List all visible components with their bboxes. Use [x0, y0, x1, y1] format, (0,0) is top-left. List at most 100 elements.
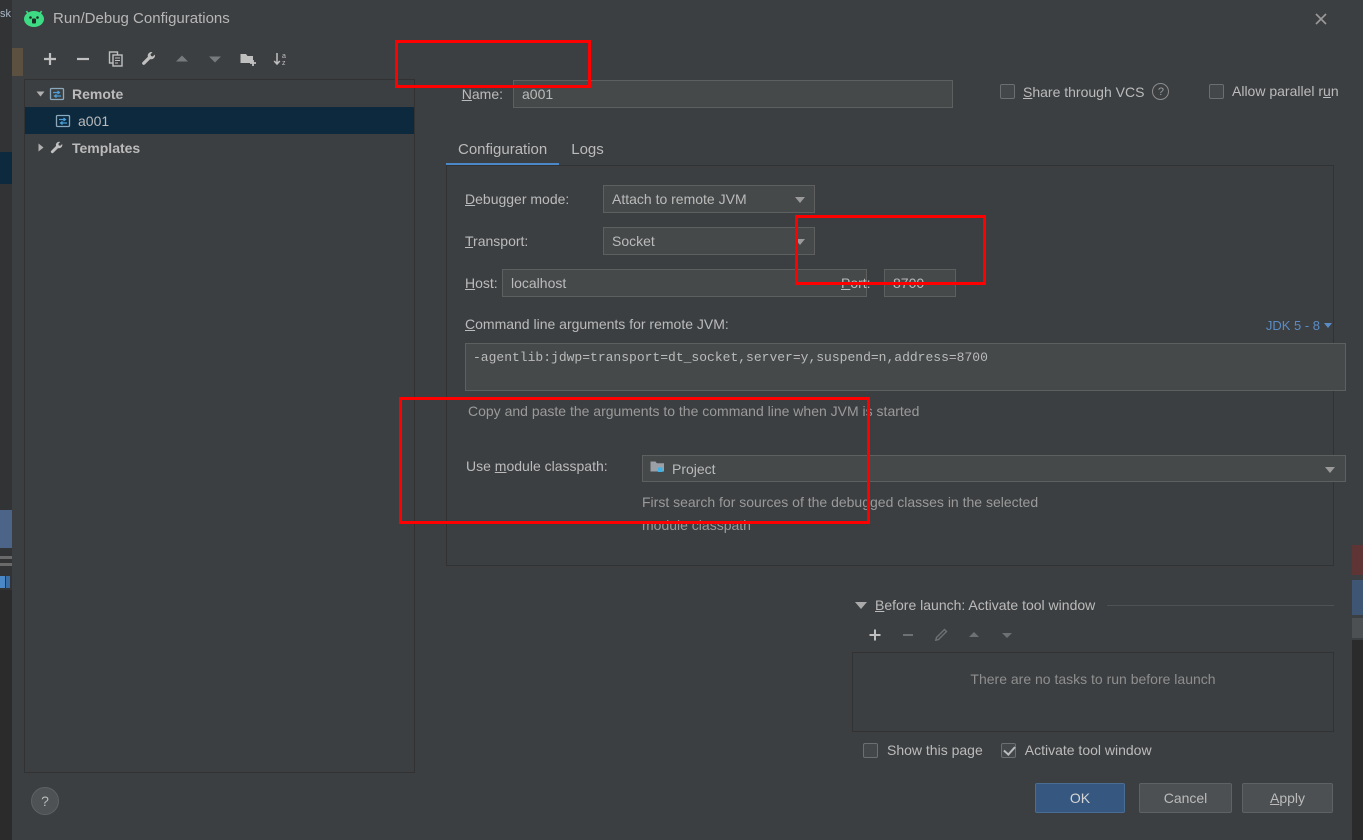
ide-background-accent-8	[0, 590, 12, 840]
jdk-version-link[interactable]: JDK 5 - 8	[1266, 318, 1332, 333]
android-studio-icon	[23, 8, 45, 30]
ide-background-accent-6	[0, 576, 5, 588]
name-label: Name:	[461, 86, 503, 102]
transport-select[interactable]: Socket	[603, 227, 815, 255]
configuration-tabs: Configuration Logs	[446, 133, 616, 166]
ide-background-accent-7	[6, 576, 10, 588]
command-line-args-label-row: Command line arguments for remote JVM:	[465, 316, 729, 332]
empty-task-message: There are no tasks to run before launch	[970, 671, 1216, 687]
module-classpath-hint-line2: module classpath	[642, 517, 751, 533]
tree-item-a001[interactable]: a001	[25, 107, 414, 134]
apply-button[interactable]: Apply	[1242, 783, 1333, 813]
name-input[interactable]	[513, 80, 953, 108]
allow-parallel-run-label[interactable]: Allow parallel run	[1232, 83, 1339, 99]
ide-background-accent-4	[0, 556, 12, 559]
chevron-down-icon[interactable]	[855, 601, 867, 609]
ide-background-accent-1	[12, 48, 23, 76]
show-this-page-checkbox[interactable]	[863, 742, 878, 758]
sort-az-icon[interactable]: a z	[264, 46, 297, 72]
command-line-args-textarea[interactable]: -agentlib:jdwp=transport=dt_socket,serve…	[465, 343, 1346, 391]
task-up-button[interactable]	[957, 623, 990, 647]
activate-tool-window-label[interactable]: Activate tool window	[1025, 742, 1152, 758]
folder-add-icon[interactable]	[231, 46, 264, 72]
bottom-checkboxes: Show this page Activate tool window	[863, 742, 1152, 758]
port-row: Port:	[841, 269, 956, 297]
sidebar-toolbar: a z	[33, 46, 297, 72]
module-classpath-row: Use module classpath:	[466, 458, 608, 474]
jdk-version-label: JDK 5 - 8	[1265, 318, 1320, 333]
ide-background-accent-2	[0, 152, 12, 184]
command-line-args-hint: Copy and paste the arguments to the comm…	[468, 403, 920, 419]
ide-background-accent-5	[0, 563, 12, 566]
remove-button[interactable]	[66, 46, 99, 72]
question-mark-icon[interactable]: ?	[1152, 83, 1170, 100]
tree-item-label: Remote	[72, 85, 124, 102]
question-mark-icon[interactable]: ?	[31, 787, 59, 815]
before-launch-header[interactable]: Before launch: Activate tool window	[855, 594, 1334, 616]
chevron-down-icon[interactable]	[31, 80, 49, 107]
module-classpath-value: Project	[672, 460, 716, 477]
chevron-down-icon	[1324, 323, 1332, 328]
arrow-up-icon[interactable]	[165, 46, 198, 72]
section-divider	[1107, 604, 1334, 606]
ide-background-right-accent-4	[1352, 640, 1363, 840]
activate-tool-window-checkbox[interactable]	[1000, 742, 1016, 758]
dialog-body: a z Remote a001 Templates Name: a001 Sha…	[23, 37, 1352, 840]
tab-logs[interactable]: Logs	[559, 141, 616, 165]
before-launch-toolbar	[858, 623, 1023, 647]
allow-parallel-run-group: Allow parallel run	[1209, 83, 1339, 99]
remove-task-button[interactable]	[891, 623, 924, 647]
allow-parallel-run-checkbox[interactable]	[1209, 83, 1224, 99]
tree-item-label: Templates	[72, 139, 141, 156]
ide-background-accent-3	[0, 510, 12, 548]
configuration-pane: Name: Share through VCS ? Allow parallel…	[423, 37, 1352, 807]
port-input[interactable]	[884, 269, 956, 297]
share-through-vcs-checkbox[interactable]	[1000, 84, 1015, 99]
project-folder-icon	[650, 460, 665, 478]
ok-button[interactable]: OK	[1035, 783, 1125, 813]
tree-item-label: a001	[78, 112, 110, 129]
debugger-mode-value: Attach to remote JVM	[612, 191, 747, 207]
close-icon[interactable]	[1308, 6, 1334, 32]
chevron-down-icon	[795, 239, 805, 245]
cancel-button[interactable]: Cancel	[1139, 783, 1232, 813]
tab-configuration[interactable]: Configuration	[446, 141, 560, 166]
configurations-sidebar: a z Remote a001 Templates	[23, 37, 415, 774]
add-button[interactable]	[33, 46, 66, 72]
dialog-titlebar: Run/Debug Configurations	[23, 0, 1352, 37]
transport-row: Transport: Socket	[465, 227, 815, 255]
before-launch-task-list[interactable]: There are no tasks to run before launch	[852, 652, 1334, 732]
svg-text:z: z	[282, 60, 286, 67]
arrow-down-icon[interactable]	[198, 46, 231, 72]
name-row: Name:	[441, 77, 953, 111]
add-task-button[interactable]	[858, 623, 891, 647]
svg-text:a: a	[282, 53, 286, 60]
copy-icon[interactable]	[99, 46, 132, 72]
wrench-icon[interactable]	[132, 46, 165, 72]
wrench-icon	[49, 134, 69, 161]
ide-background-right-accent-1	[1352, 545, 1363, 575]
remote-config-icon	[55, 107, 75, 134]
transport-label: Transport:	[465, 233, 529, 249]
module-classpath-label: Use module classpath:	[466, 458, 608, 474]
remote-config-icon	[49, 80, 69, 107]
show-this-page-label[interactable]: Show this page	[887, 742, 983, 758]
host-input[interactable]	[502, 269, 867, 297]
pencil-icon[interactable]	[924, 623, 957, 647]
chevron-down-icon	[1325, 467, 1335, 473]
run-debug-configurations-dialog: Run/Debug Configurations a z Remote a001…	[23, 0, 1352, 840]
host-row: Host:	[465, 269, 867, 297]
share-through-vcs-label[interactable]: Share through VCS	[1023, 84, 1144, 100]
module-classpath-select[interactable]: Project	[642, 455, 1346, 482]
debugger-mode-select[interactable]: Attach to remote JVM	[603, 185, 815, 213]
chevron-right-icon[interactable]	[31, 134, 49, 161]
before-launch-title: Before launch: Activate tool window	[875, 597, 1096, 613]
tree-item-remote[interactable]: Remote	[25, 80, 414, 107]
ide-background-right-accent-2	[1352, 580, 1363, 615]
tree-item-templates[interactable]: Templates	[25, 134, 414, 161]
command-line-args-label: Command line arguments for remote JVM:	[465, 316, 729, 332]
task-down-button[interactable]	[990, 623, 1023, 647]
chevron-down-icon	[795, 197, 805, 203]
ide-background-label: sk	[0, 8, 11, 20]
configurations-tree[interactable]: Remote a001 Templates	[24, 79, 415, 773]
